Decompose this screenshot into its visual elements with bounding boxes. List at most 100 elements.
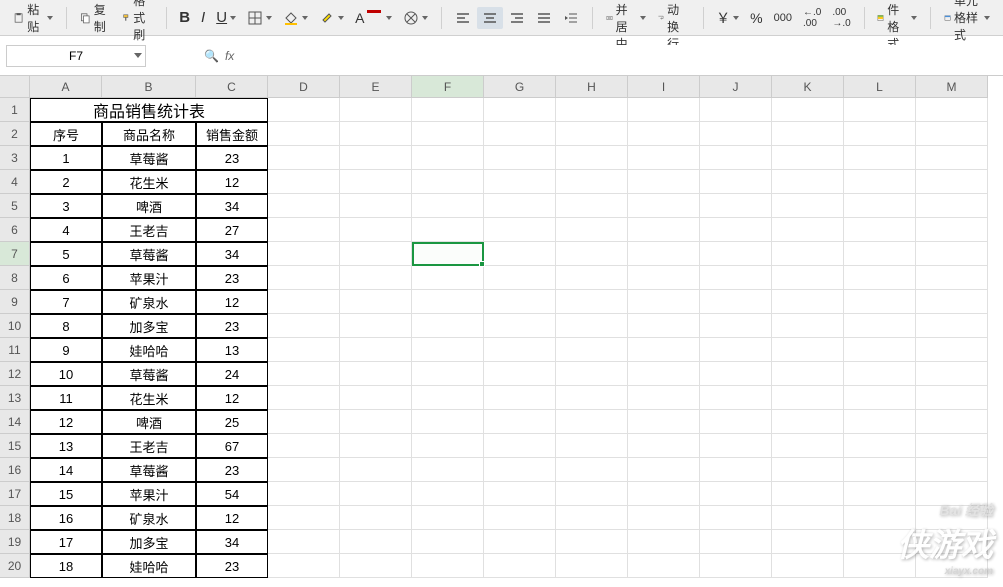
cell[interactable] <box>340 458 412 482</box>
cell[interactable]: 序号 <box>30 122 102 146</box>
cell[interactable] <box>700 122 772 146</box>
cell[interactable] <box>556 554 628 578</box>
cell[interactable]: 5 <box>30 242 102 266</box>
cell[interactable] <box>844 410 916 434</box>
cell[interactable] <box>268 314 340 338</box>
cell[interactable]: 67 <box>196 434 268 458</box>
cell[interactable] <box>484 314 556 338</box>
cell[interactable] <box>628 482 700 506</box>
cell[interactable] <box>772 314 844 338</box>
cell[interactable] <box>772 122 844 146</box>
column-header[interactable]: A <box>30 76 102 98</box>
cell[interactable] <box>628 98 700 122</box>
align-left-button[interactable] <box>450 7 476 29</box>
cell[interactable] <box>268 458 340 482</box>
column-header[interactable]: G <box>484 76 556 98</box>
cell[interactable] <box>484 506 556 530</box>
cell[interactable] <box>916 242 988 266</box>
cell[interactable] <box>556 194 628 218</box>
cell[interactable] <box>628 314 700 338</box>
percent-button[interactable]: % <box>745 7 767 29</box>
cell[interactable] <box>268 122 340 146</box>
row-header[interactable]: 8 <box>0 266 30 290</box>
align-justify-button[interactable] <box>531 7 557 29</box>
cell[interactable] <box>484 458 556 482</box>
cell[interactable] <box>340 338 412 362</box>
cell[interactable] <box>916 362 988 386</box>
fill-color-button[interactable] <box>278 7 313 29</box>
bold-button[interactable]: B <box>174 6 195 29</box>
cell[interactable] <box>916 434 988 458</box>
cell[interactable] <box>268 98 340 122</box>
cell[interactable] <box>772 170 844 194</box>
cell[interactable]: 15 <box>30 482 102 506</box>
cell[interactable]: 54 <box>196 482 268 506</box>
cells-area[interactable]: 商品销售统计表序号商品名称销售金额1草莓酱232花生米123啤酒344王老吉27… <box>30 98 988 578</box>
cell[interactable]: 14 <box>30 458 102 482</box>
indent-button[interactable] <box>558 7 584 29</box>
row-header[interactable]: 17 <box>0 482 30 506</box>
cell[interactable]: 加多宝 <box>102 314 196 338</box>
cell[interactable]: 加多宝 <box>102 530 196 554</box>
cell[interactable]: 王老吉 <box>102 218 196 242</box>
cell[interactable] <box>916 122 988 146</box>
cell[interactable] <box>772 458 844 482</box>
cell[interactable] <box>412 362 484 386</box>
cell[interactable] <box>916 194 988 218</box>
cell[interactable] <box>340 170 412 194</box>
cell[interactable] <box>844 98 916 122</box>
cell-style-button[interactable]: 单元格样式 <box>939 0 995 46</box>
row-header[interactable]: 11 <box>0 338 30 362</box>
cell[interactable]: 4 <box>30 218 102 242</box>
cell[interactable] <box>340 506 412 530</box>
cell[interactable] <box>340 362 412 386</box>
row-header[interactable]: 13 <box>0 386 30 410</box>
cell[interactable]: 草莓酱 <box>102 242 196 266</box>
cell[interactable] <box>268 506 340 530</box>
cell[interactable]: 23 <box>196 458 268 482</box>
row-header[interactable]: 15 <box>0 434 30 458</box>
cell[interactable]: 2 <box>30 170 102 194</box>
cell[interactable] <box>412 554 484 578</box>
cell[interactable] <box>268 482 340 506</box>
cell[interactable] <box>340 266 412 290</box>
cell[interactable] <box>556 386 628 410</box>
cell[interactable] <box>844 434 916 458</box>
cell[interactable] <box>700 458 772 482</box>
column-header[interactable]: D <box>268 76 340 98</box>
cell[interactable] <box>484 386 556 410</box>
cell[interactable]: 娃哈哈 <box>102 554 196 578</box>
cell[interactable] <box>628 410 700 434</box>
cell[interactable] <box>772 266 844 290</box>
cell[interactable] <box>556 338 628 362</box>
cell[interactable] <box>700 506 772 530</box>
cell[interactable] <box>340 434 412 458</box>
search-icon[interactable]: 🔍 <box>204 49 219 63</box>
cell[interactable] <box>268 362 340 386</box>
cell[interactable] <box>844 314 916 338</box>
cell[interactable] <box>844 266 916 290</box>
cell[interactable] <box>340 98 412 122</box>
row-header[interactable]: 20 <box>0 554 30 578</box>
cell[interactable] <box>412 218 484 242</box>
cell[interactable]: 12 <box>196 290 268 314</box>
cell[interactable] <box>268 386 340 410</box>
underline-button[interactable]: U <box>211 6 241 29</box>
cell[interactable] <box>844 194 916 218</box>
cell[interactable]: 34 <box>196 242 268 266</box>
cell[interactable]: 34 <box>196 194 268 218</box>
cell[interactable]: 24 <box>196 362 268 386</box>
cell[interactable] <box>556 506 628 530</box>
cell[interactable] <box>268 434 340 458</box>
column-header[interactable]: H <box>556 76 628 98</box>
column-header[interactable]: M <box>916 76 988 98</box>
cell[interactable] <box>556 146 628 170</box>
cell[interactable]: 矿泉水 <box>102 506 196 530</box>
cell[interactable] <box>628 242 700 266</box>
cell[interactable] <box>916 146 988 170</box>
name-box-input[interactable] <box>7 46 145 66</box>
row-header[interactable]: 3 <box>0 146 30 170</box>
cell[interactable]: 27 <box>196 218 268 242</box>
cell[interactable] <box>916 314 988 338</box>
cell[interactable]: 商品销售统计表 <box>30 98 268 122</box>
